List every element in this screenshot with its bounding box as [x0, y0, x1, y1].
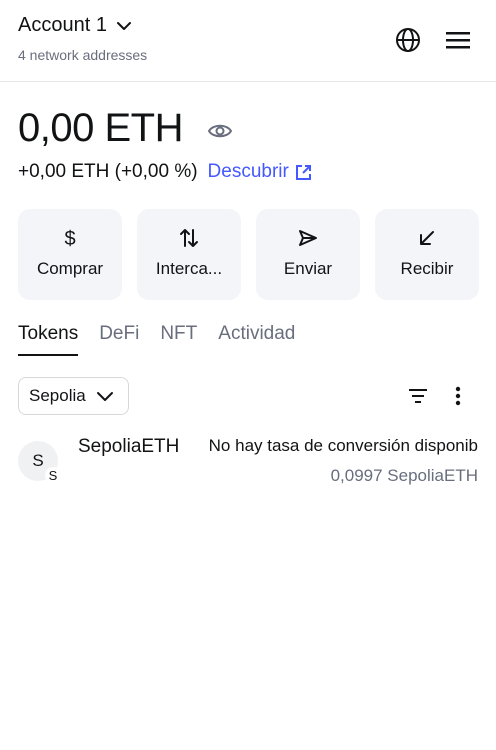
token-conversion-rate: No hay tasa de conversión disponib: [208, 436, 478, 455]
discover-label: Descubrir: [207, 161, 289, 182]
account-picker[interactable]: Account 1: [18, 14, 133, 37]
tab-defi[interactable]: DeFi: [99, 323, 139, 356]
buy-label: Comprar: [36, 259, 104, 278]
receive-icon: [375, 226, 479, 250]
chevron-down-icon: [116, 21, 131, 30]
svg-text:$: $: [64, 228, 75, 250]
app-header: Account 1 4 network addresses: [0, 0, 496, 82]
total-balance: 0,00 ETH: [18, 106, 183, 150]
buy-button[interactable]: $ Comprar: [18, 209, 122, 300]
tab-nft[interactable]: NFT: [160, 323, 197, 356]
network-badge: S: [45, 467, 61, 483]
chevron-down-icon: [96, 392, 113, 401]
more-options-icon[interactable]: [448, 384, 468, 408]
tab-tokens[interactable]: Tokens: [18, 323, 79, 356]
receive-button[interactable]: Recibir: [375, 209, 479, 300]
action-buttons: $ Comprar Interca... Enviar Recibir: [18, 209, 479, 300]
balance-change-row: +0,00 ETH (+0,00 %) Descubrir: [18, 161, 312, 183]
receive-label: Recibir: [400, 259, 454, 278]
token-list-item[interactable]: S S SepoliaETH No hay tasa de conversión…: [18, 436, 478, 486]
discover-link[interactable]: Descubrir: [208, 161, 312, 183]
network-filter-dropdown[interactable]: Sepolia: [18, 377, 129, 415]
network-addresses-link[interactable]: 4 network addresses: [18, 47, 147, 63]
swap-icon: [137, 226, 241, 250]
token-amount: 0,0997 SepoliaETH: [330, 466, 478, 485]
swap-label: Interca...: [155, 259, 223, 278]
send-icon: [256, 226, 360, 250]
globe-icon[interactable]: [392, 24, 424, 56]
dollar-icon: $: [18, 226, 122, 250]
send-label: Enviar: [283, 259, 333, 278]
send-button[interactable]: Enviar: [256, 209, 360, 300]
tab-activity[interactable]: Actividad: [218, 323, 295, 356]
swap-button[interactable]: Interca...: [137, 209, 241, 300]
hamburger-menu-icon[interactable]: [442, 24, 474, 56]
balance-change: +0,00 ETH (+0,00 %): [18, 161, 198, 182]
network-filter-value: Sepolia: [29, 386, 86, 405]
filter-icon[interactable]: [406, 384, 430, 408]
eye-icon[interactable]: [207, 120, 233, 142]
external-link-icon: [295, 164, 311, 180]
token-name: SepoliaETH: [78, 436, 180, 457]
account-name: Account 1: [18, 14, 107, 36]
asset-tabs: Tokens DeFi NFT Actividad: [18, 323, 316, 356]
token-avatar-letter: S: [32, 451, 44, 470]
